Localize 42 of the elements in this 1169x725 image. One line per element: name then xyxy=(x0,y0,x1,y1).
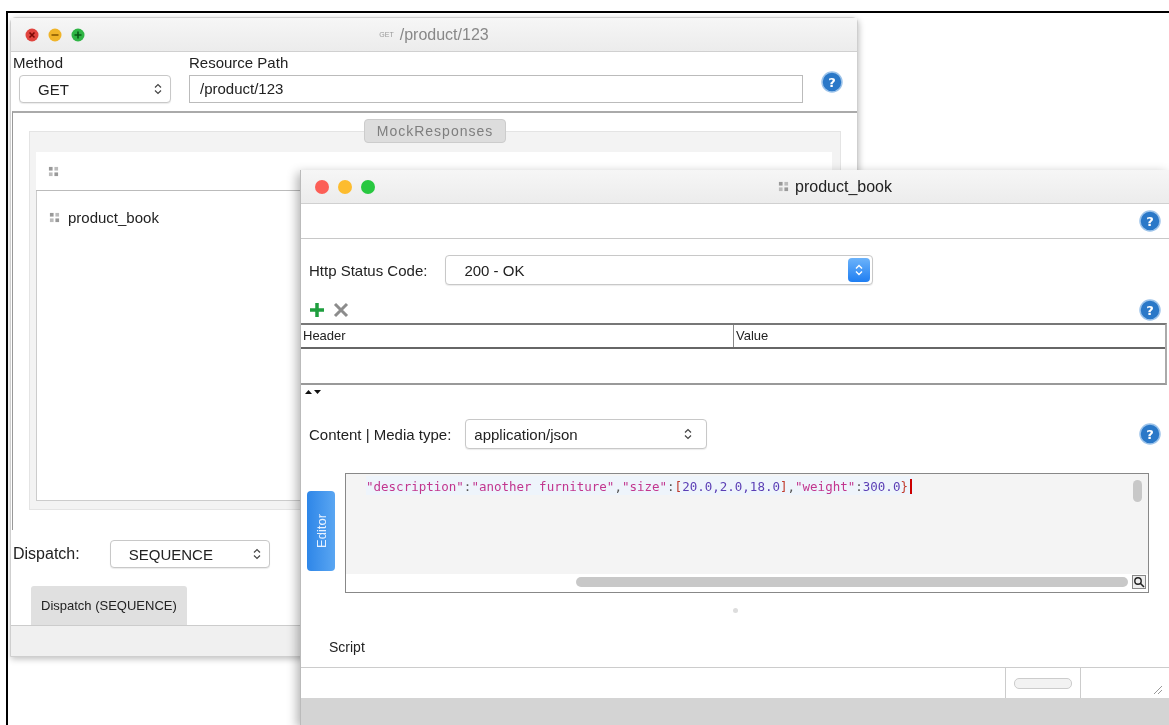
column-header[interactable]: Header xyxy=(301,325,734,347)
add-icon[interactable] xyxy=(309,302,325,318)
close-icon[interactable] xyxy=(25,27,39,42)
method-select[interactable]: GET xyxy=(19,75,171,103)
vertical-scrollbar[interactable] xyxy=(1133,480,1142,502)
splitter-handle[interactable] xyxy=(732,607,738,613)
updown-arrows-icon xyxy=(252,548,261,560)
response-name: product_book xyxy=(68,209,159,226)
resource-path-label: Resource Path xyxy=(189,54,290,71)
dispatch-tab[interactable]: Dispatch (SEQUENCE) xyxy=(31,586,187,625)
expand-collapse-icon[interactable] xyxy=(304,388,322,396)
updown-arrows-icon xyxy=(154,83,162,95)
window-title: product_book xyxy=(795,177,892,196)
method-label: Method xyxy=(13,54,65,71)
media-type-select[interactable]: application/json xyxy=(465,419,708,449)
rest-icon xyxy=(48,165,59,177)
dispatch-select[interactable]: SEQUENCE xyxy=(109,540,270,568)
resize-grip-icon[interactable] xyxy=(1151,683,1163,695)
media-type-label: Content | Media type: xyxy=(309,425,452,443)
magnifier-icon[interactable] xyxy=(1132,575,1146,589)
column-header[interactable]: Value xyxy=(734,325,1165,347)
dispatch-label: Dispatch: xyxy=(13,545,80,563)
horizontal-scrollbar[interactable] xyxy=(576,577,1128,587)
script-tab[interactable]: Script xyxy=(323,635,371,659)
resource-path-field[interactable]: /product/123 xyxy=(189,75,803,103)
status-code-select[interactable]: 200 - OK xyxy=(445,255,874,285)
zoom-icon[interactable] xyxy=(71,27,85,42)
rest-icon xyxy=(778,181,789,192)
updown-arrows-icon xyxy=(684,428,693,440)
response-list-item[interactable]: product_book xyxy=(47,207,161,228)
help-icon[interactable]: ? xyxy=(821,71,843,93)
help-icon[interactable]: ? xyxy=(1139,299,1161,321)
help-icon[interactable]: ? xyxy=(1139,210,1161,232)
help-icon[interactable]: ? xyxy=(1139,423,1161,445)
progress-indicator xyxy=(1014,677,1072,689)
updown-arrows-icon[interactable] xyxy=(848,258,871,282)
rest-icon xyxy=(49,212,60,223)
minimize-icon[interactable] xyxy=(48,27,62,42)
code-editor[interactable]: "description":"another furniture","size":[20.0,2.0,18.0],"weight":300.0} xyxy=(345,473,1149,593)
status-code-label: Http Status Code: xyxy=(309,261,428,279)
window-title: /product/123 xyxy=(399,25,489,44)
delete-icon[interactable] xyxy=(333,302,349,318)
